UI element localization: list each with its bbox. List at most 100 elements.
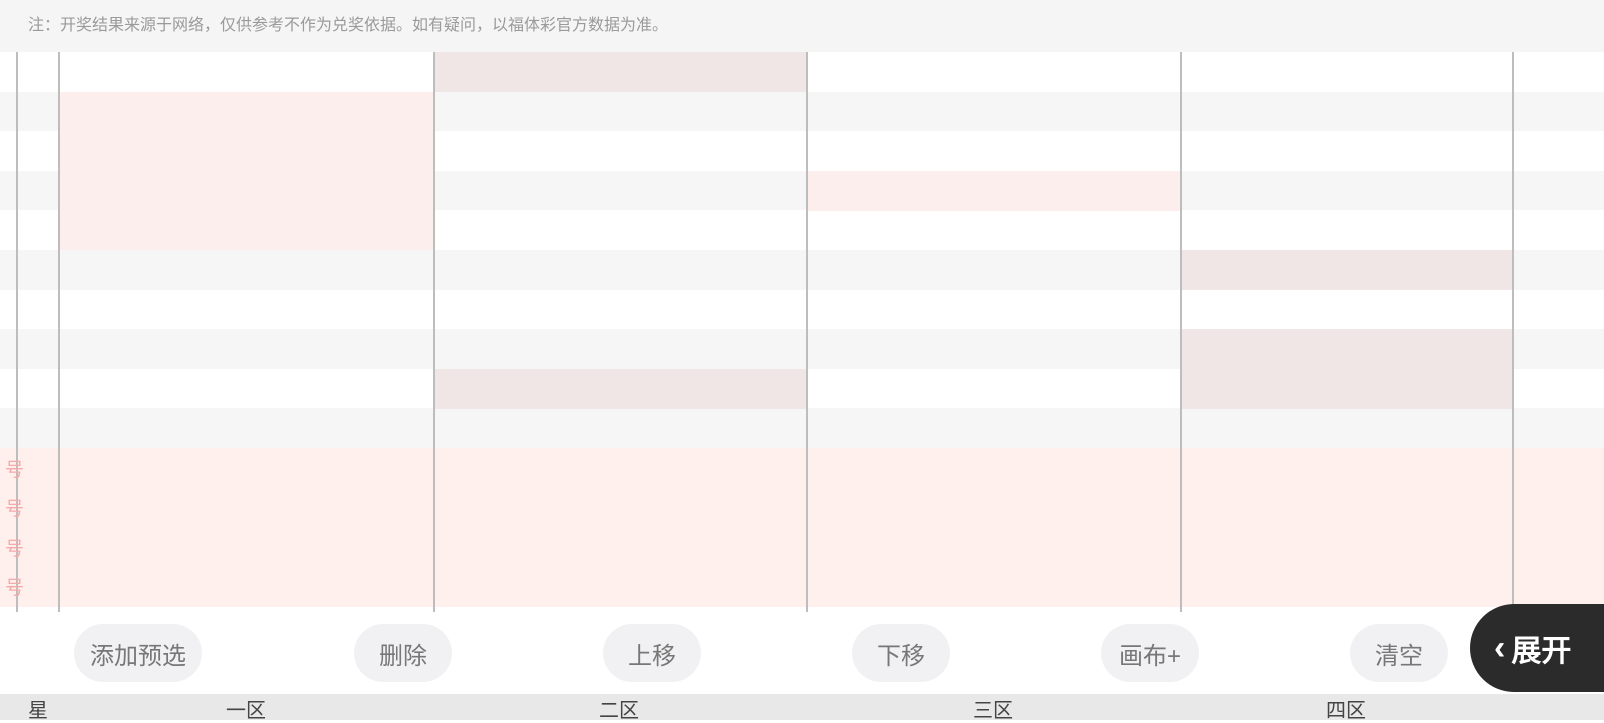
preselect-ball[interactable]	[392, 567, 434, 607]
preselect-ball[interactable]	[351, 567, 393, 607]
preselect-ball[interactable]	[973, 567, 1015, 607]
preselect-ball[interactable]	[1347, 527, 1389, 567]
preselect-ball[interactable]	[1264, 567, 1306, 607]
preselect-ball[interactable]	[1471, 527, 1513, 567]
preselect-ball[interactable]	[1222, 488, 1264, 528]
preselect-ball[interactable]	[517, 488, 559, 528]
delete-button[interactable]: 删除	[354, 624, 452, 682]
preselect-ball-selected[interactable]	[1139, 448, 1181, 488]
preselect-ball[interactable]	[1139, 488, 1181, 528]
preselect-ball[interactable]	[724, 567, 766, 607]
preselect-ball-selected[interactable]	[1222, 448, 1264, 488]
preselect-ball[interactable]	[600, 527, 642, 567]
preselect-ball-selected[interactable]	[600, 448, 642, 488]
preselect-ball[interactable]	[1388, 527, 1430, 567]
expand-button[interactable]: ‹ 展开	[1470, 604, 1604, 692]
preselect-ball[interactable]	[60, 527, 102, 567]
clear-button[interactable]: 清空	[1350, 624, 1448, 682]
preselect-ball[interactable]	[683, 527, 725, 567]
preselect-ball[interactable]	[641, 567, 683, 607]
preselect-ball[interactable]	[351, 488, 393, 528]
preselect-ball[interactable]	[1056, 448, 1098, 488]
preselect-ball-selected[interactable]	[766, 448, 808, 488]
preselect-ball[interactable]	[226, 448, 268, 488]
preselect-ball[interactable]	[1430, 527, 1472, 567]
preselect-ball[interactable]	[807, 567, 849, 607]
preselect-ball[interactable]	[807, 527, 849, 567]
preselect-ball[interactable]	[185, 488, 227, 528]
preselect-ball[interactable]	[1098, 448, 1140, 488]
preselect-ball-selected[interactable]	[1430, 448, 1472, 488]
preselect-ball[interactable]	[309, 567, 351, 607]
preselect-ball[interactable]	[600, 488, 642, 528]
preselect-ball[interactable]	[973, 448, 1015, 488]
preselect-ball[interactable]	[1015, 488, 1057, 528]
trend-grid[interactable]: 号号号号	[0, 52, 1604, 612]
preselect-ball[interactable]	[1098, 527, 1140, 567]
preselect-ball[interactable]	[558, 567, 600, 607]
preselect-ball-selected[interactable]	[1347, 448, 1389, 488]
preselect-ball[interactable]	[1388, 488, 1430, 528]
preselect-ball[interactable]	[185, 448, 227, 488]
preselect-ball-selected[interactable]	[102, 448, 144, 488]
preselect-ball[interactable]	[475, 488, 517, 528]
preselect-ball[interactable]	[683, 567, 725, 607]
preselect-ball-selected[interactable]	[641, 448, 683, 488]
preselect-ball[interactable]	[932, 448, 974, 488]
preselect-ball[interactable]	[683, 488, 725, 528]
preselect-ball[interactable]	[226, 567, 268, 607]
preselect-ball[interactable]	[1430, 567, 1472, 607]
move-down-button[interactable]: 下移	[852, 624, 950, 682]
preselect-ball[interactable]	[434, 567, 476, 607]
preselect-ball[interactable]	[1222, 527, 1264, 567]
preselect-ball[interactable]	[185, 567, 227, 607]
preselect-ball[interactable]	[392, 448, 434, 488]
preselect-ball[interactable]	[1264, 448, 1306, 488]
preselect-ball[interactable]	[890, 448, 932, 488]
preselect-ball[interactable]	[1471, 567, 1513, 607]
preselect-ball[interactable]	[890, 488, 932, 528]
preselect-ball[interactable]	[890, 567, 932, 607]
preselect-ball[interactable]	[766, 527, 808, 567]
preselect-ball[interactable]	[1139, 567, 1181, 607]
preselect-ball-selected[interactable]	[724, 448, 766, 488]
preselect-ball[interactable]	[973, 488, 1015, 528]
preselect-ball[interactable]	[641, 527, 683, 567]
preselect-ball[interactable]	[849, 488, 891, 528]
preselect-ball[interactable]	[1264, 488, 1306, 528]
preselect-ball[interactable]	[558, 488, 600, 528]
preselect-ball[interactable]	[849, 567, 891, 607]
preselect-ball[interactable]	[268, 488, 310, 528]
preselect-ball[interactable]	[600, 567, 642, 607]
preselect-ball[interactable]	[268, 567, 310, 607]
preselect-ball-selected[interactable]	[517, 448, 559, 488]
preselect-ball[interactable]	[1347, 567, 1389, 607]
canvas-plus-button[interactable]: 画布+	[1101, 624, 1199, 682]
preselect-ball[interactable]	[143, 527, 185, 567]
preselect-ball[interactable]	[766, 567, 808, 607]
preselect-ball[interactable]	[226, 527, 268, 567]
preselect-ball[interactable]	[1098, 567, 1140, 607]
preselect-ball[interactable]	[517, 567, 559, 607]
preselect-ball[interactable]	[973, 527, 1015, 567]
preselect-ball[interactable]	[1098, 488, 1140, 528]
preselect-ball[interactable]	[1305, 448, 1347, 488]
preselect-ball[interactable]	[558, 527, 600, 567]
preselect-ball[interactable]	[351, 448, 393, 488]
move-up-button[interactable]: 上移	[603, 624, 701, 682]
preselect-ball[interactable]	[185, 527, 227, 567]
preselect-ball[interactable]	[1264, 527, 1306, 567]
preselect-ball[interactable]	[475, 527, 517, 567]
preselect-ball[interactable]	[102, 527, 144, 567]
preselect-ball[interactable]	[807, 488, 849, 528]
preselect-ball[interactable]	[849, 527, 891, 567]
preselect-ball-selected[interactable]	[60, 448, 102, 488]
preselect-ball[interactable]	[143, 448, 185, 488]
preselect-ball[interactable]	[724, 488, 766, 528]
preselect-ball[interactable]	[1015, 567, 1057, 607]
preselect-ball[interactable]	[517, 527, 559, 567]
preselect-ball[interactable]	[1181, 527, 1223, 567]
preselect-ball[interactable]	[683, 448, 725, 488]
preselect-ball[interactable]	[724, 527, 766, 567]
preselect-ball-selected[interactable]	[849, 448, 891, 488]
